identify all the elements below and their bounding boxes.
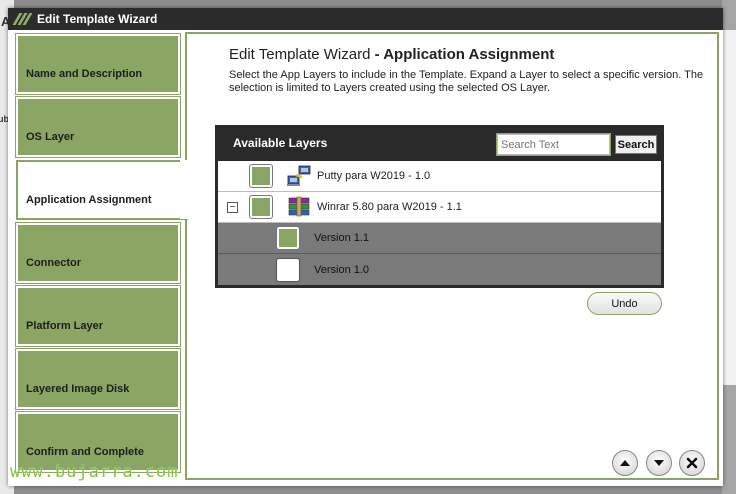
layer-checkbox[interactable] bbox=[249, 195, 273, 219]
step-connector[interactable]: Connector bbox=[15, 222, 181, 284]
layer-row-putty[interactable]: Putty para W2019 - 1.0 bbox=[218, 161, 661, 192]
step-platform-layer[interactable]: Platform Layer bbox=[15, 285, 181, 347]
step-label: OS Layer bbox=[26, 131, 75, 143]
step-name-and-description[interactable]: Name and Description bbox=[15, 33, 181, 95]
network-computers-icon bbox=[287, 165, 311, 186]
step-layered-image-disk[interactable]: Layered Image Disk bbox=[15, 348, 181, 410]
background-right-strip bbox=[722, 0, 736, 494]
search-input[interactable] bbox=[496, 133, 611, 156]
page-description: Select the App Layers to include in the … bbox=[229, 69, 704, 94]
page-title: Edit Template Wizard - Application Assig… bbox=[229, 46, 554, 63]
next-step-button[interactable] bbox=[646, 450, 672, 476]
layer-label: Winrar 5.80 para W2019 - 1.1 bbox=[317, 201, 462, 213]
version-checkbox[interactable] bbox=[276, 257, 300, 282]
version-label: Version 1.0 bbox=[314, 263, 370, 276]
version-label: Version 1.1 bbox=[314, 232, 370, 244]
active-step-connector bbox=[180, 160, 190, 219]
winrar-books-icon bbox=[288, 196, 310, 217]
title-bar: Edit Template Wizard bbox=[8, 8, 723, 30]
previous-step-button[interactable] bbox=[612, 450, 638, 476]
window-title: Edit Template Wizard bbox=[37, 12, 158, 26]
layer-label: Putty para W2019 - 1.0 bbox=[317, 170, 431, 182]
step-application-assignment[interactable]: Application Assignment bbox=[16, 160, 188, 220]
page-title-prefix: Edit Template Wizard bbox=[229, 46, 371, 63]
step-label: Application Assignment bbox=[26, 194, 152, 206]
layer-row-winrar[interactable]: − Winrar 5.80 para W2019 - 1.1 bbox=[218, 192, 661, 223]
step-label: Connector bbox=[26, 257, 81, 269]
step-os-layer[interactable]: OS Layer bbox=[15, 96, 181, 158]
version-row[interactable]: Version 1.1 bbox=[218, 223, 661, 254]
step-label: Layered Image Disk bbox=[26, 383, 130, 395]
close-icon bbox=[686, 457, 698, 469]
collapse-toggle[interactable]: − bbox=[227, 201, 238, 213]
down-arrow-icon bbox=[654, 460, 664, 466]
wizard-dialog: Edit Template Wizard Name and Descriptio… bbox=[8, 8, 723, 486]
search-button[interactable]: Search bbox=[615, 135, 657, 154]
app-logo-icon bbox=[12, 13, 33, 25]
step-label: Confirm and Complete bbox=[26, 446, 144, 458]
layer-checkbox[interactable] bbox=[249, 164, 273, 188]
step-label: Platform Layer bbox=[26, 320, 104, 332]
version-row[interactable]: Version 1.0 bbox=[218, 254, 661, 285]
close-wizard-button[interactable] bbox=[679, 450, 705, 476]
up-arrow-icon bbox=[620, 460, 630, 466]
undo-button[interactable]: Undo bbox=[587, 292, 662, 315]
page-title-suffix: - Application Assignment bbox=[370, 46, 555, 63]
panel-title: Available Layers bbox=[233, 136, 328, 150]
version-checkbox[interactable] bbox=[276, 226, 300, 250]
available-layers-panel: Available Layers Search Putty para W2019… bbox=[215, 125, 664, 288]
wizard-body: Name and Description OS Layer Applicatio… bbox=[10, 32, 721, 484]
watermark: www.bujarra.com bbox=[10, 462, 179, 482]
panel-header: Available Layers Search bbox=[218, 128, 661, 161]
step-label: Name and Description bbox=[26, 68, 143, 80]
